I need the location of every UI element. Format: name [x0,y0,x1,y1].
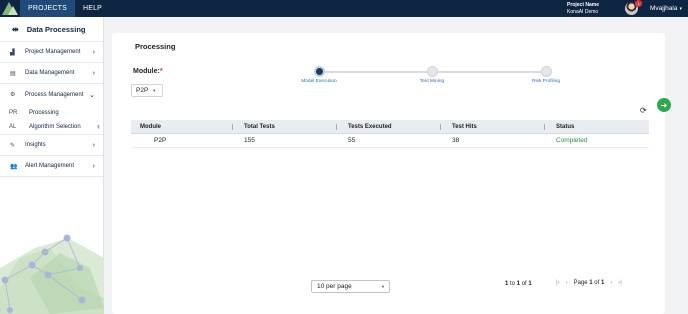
pagination-controls: |‹ ‹ Page 1 of 1 › ›| [553,280,625,286]
table-row[interactable]: P2P 155 55 38 Completed [131,134,649,148]
pin-icon: ⇹ [12,24,19,34]
range-total: 1 [528,281,532,287]
caret-down-icon: ▼ [381,284,385,289]
top-navbar: PROJECTS HELP Project Name KonaAI Demo 1… [0,0,688,17]
header-text: Test Hits [452,123,477,130]
project-name-value: KonaAI Demo [567,8,599,15]
users-icon: 👥 [10,163,18,170]
sidebar-header: ⇹ Data Processing [0,17,103,42]
chevron-right-icon: › [92,48,95,56]
per-page-select[interactable]: 10 per page ▼ [311,280,390,293]
page-current: 1 [589,280,593,286]
module-label-text: Module: [133,68,160,75]
user-menu[interactable]: Mvajjhala ▾ [650,5,682,12]
step-model-execution[interactable]: Model Execution [289,66,349,84]
header-text: Module [140,123,161,130]
prev-page-icon[interactable]: ‹ [566,280,568,286]
sidebar-subitem-processing[interactable]: PR Processing [0,106,103,120]
column-header-tests-executed[interactable]: Tests Executed [339,120,443,134]
step-label: Risk Profiling [532,79,560,84]
page-title: Processing [135,42,176,51]
header-text: Tests Executed [348,123,392,130]
refresh-icon[interactable]: ⟳ [640,106,647,115]
sidebar-item-label: Data Management [25,70,75,76]
hierarchy-icon: ▟ [10,49,15,56]
page-total: 1 [600,280,605,286]
step-dot [426,66,438,77]
step-dot [540,66,552,77]
process-stepper: Model Execution Text Mining Risk Profili… [295,66,560,88]
sidebar-item-process-management[interactable]: ⚙ Process Management ⌄ [0,84,103,105]
sidebar: ⇹ Data Processing ▟ Project Management ›… [0,17,104,314]
step-text-mining[interactable]: Text Mining [402,66,462,84]
processing-card: Processing Module:* P2P ▼ Model Executio… [112,33,665,314]
per-page-value: 10 per page [317,283,352,290]
sidebar-subitem-algorithm-selection[interactable]: AL Algorithm Selection [0,120,103,135]
nav-tab-help[interactable]: HELP [75,0,110,17]
sidebar-item-label: Project Management [25,49,81,55]
next-step-button[interactable]: ➜ [657,98,671,112]
subitem-label: Algorithm Selection [29,124,81,130]
sidebar-item-data-management[interactable]: ▤ Data Management › [0,63,103,84]
column-header-total-tests[interactable]: Total Tests [235,120,339,134]
cell-status: Completed [556,137,588,144]
sidebar-item-label: Process Management [25,91,84,98]
collapse-sidebar-icon[interactable]: ‹ [97,121,100,131]
avatar[interactable]: 1 [625,0,643,15]
column-header-test-hits[interactable]: Test Hits [443,120,547,134]
sidebar-item-label: Alert Management [25,163,75,169]
chevron-down-icon: ⌄ [89,91,95,99]
user-name: Mvajjhala [650,5,678,12]
header-text: Status [556,123,575,130]
pagination-range: 1 to 1 of 1 [505,281,532,287]
decorative-network-graphic [0,234,104,314]
chevron-right-icon: › [92,141,95,149]
sidebar-title: Data Processing [26,24,86,34]
range-to: 1 [516,281,521,287]
sidebar-item-alert-management[interactable]: 👥 Alert Management › [0,156,103,177]
notification-badge[interactable]: 1 [635,0,643,7]
step-risk-profiling[interactable]: Risk Profiling [516,66,576,84]
cell-test-hits: 38 [452,137,460,144]
sidebar-item-label: Insights [25,142,46,148]
subitem-abbr: PR [9,110,18,116]
module-label: Module:* [133,68,163,75]
step-label: Text Mining [419,79,445,84]
range-from: 1 [505,281,509,287]
sidebar-item-insights[interactable]: ✎ Insights › [0,135,103,156]
table-header: Module Total Tests Tests Executed Test H… [131,120,649,134]
module-select[interactable]: P2P ▼ [131,84,163,97]
cell-total-tests: 155 [244,137,255,144]
edit-icon: ✎ [10,142,16,149]
step-label: Model Execution [301,79,337,84]
sidebar-item-project-management[interactable]: ▟ Project Management › [0,42,103,63]
caret-down-icon: ▾ [679,5,682,12]
header-text: Total Tests [244,123,275,130]
required-asterisk: * [159,68,163,75]
column-header-module[interactable]: Module [131,120,235,134]
page-indicator: Page 1 of 1 [573,280,605,286]
chevron-right-icon: › [92,162,95,170]
step-dot [313,66,325,77]
project-info: Project Name KonaAI Demo [567,2,599,16]
app-logo[interactable] [0,0,20,17]
database-icon: ▤ [10,70,16,77]
module-select-value: P2P [136,87,149,94]
results-table: Module Total Tests Tests Executed Test H… [131,120,649,148]
arrow-right-icon: ➜ [660,100,668,110]
subitem-label: Processing [29,110,59,116]
gears-icon: ⚙ [10,92,16,98]
chevron-right-icon: › [92,69,95,77]
next-page-icon[interactable]: › [610,280,612,286]
column-header-status[interactable]: Status [547,120,649,134]
first-page-icon[interactable]: |‹ [556,280,560,286]
subitem-abbr: AL [9,124,17,130]
cell-tests-executed: 55 [348,137,356,144]
caret-down-icon: ▼ [152,88,157,93]
cell-module: P2P [154,137,167,144]
nav-tab-projects[interactable]: PROJECTS [20,0,75,17]
project-name-label: Project Name [567,1,600,8]
last-page-icon[interactable]: ›| [618,280,622,286]
